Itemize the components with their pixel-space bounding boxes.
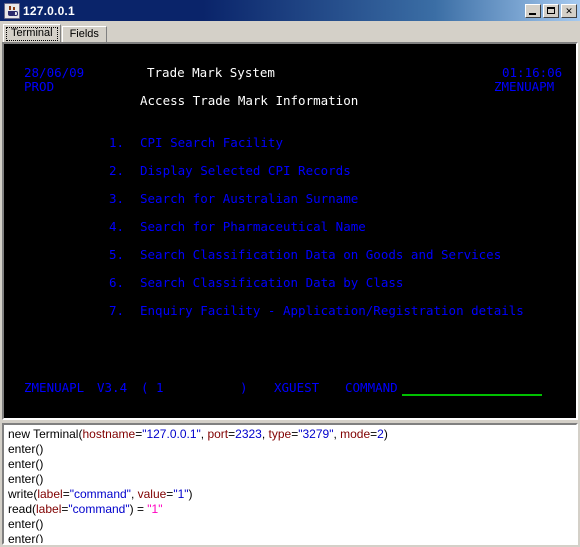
status-paren-open: (	[141, 380, 149, 395]
terminal-program-id: ZMENUAPM	[494, 79, 555, 94]
window-controls: ✕	[525, 3, 577, 18]
log-token-punc: ) =	[129, 502, 148, 516]
status-user: XGUEST	[274, 380, 320, 395]
terminal-title: Trade Mark System	[147, 65, 275, 80]
status-version: V3.4	[97, 380, 128, 395]
status-program: ZMENUAPL	[24, 380, 85, 395]
minimize-button[interactable]	[525, 3, 541, 18]
tab-strip: Terminal Fields	[3, 23, 107, 43]
log-token-param: type	[268, 427, 292, 441]
terminal-environment: PROD	[24, 79, 55, 94]
log-token-fn: enter()	[8, 472, 44, 486]
log-token-param: mode	[340, 427, 371, 441]
menu-item-4-number: 4.	[109, 219, 125, 234]
close-button[interactable]: ✕	[561, 3, 577, 18]
log-token-val: "command"	[69, 487, 131, 501]
log-token-param: label	[36, 502, 62, 516]
terminal-subtitle: Access Trade Mark Information	[140, 93, 359, 108]
menu-item-1-number: 1.	[109, 135, 125, 150]
log-token-val: "1"	[173, 487, 189, 501]
log-line: enter()	[8, 532, 576, 543]
log-token-param: hostname	[82, 427, 136, 441]
window-title: 127.0.0.1	[23, 3, 75, 18]
maximize-button[interactable]	[543, 3, 559, 18]
log-token-punc: )	[188, 487, 193, 501]
status-paren-close: )	[240, 380, 248, 395]
log-token-punc: =	[62, 487, 70, 501]
status-page-number: 1	[156, 380, 164, 395]
log-token-res: "1"	[147, 502, 163, 516]
close-icon: ✕	[565, 5, 573, 16]
tab-terminal[interactable]: Terminal	[3, 24, 61, 43]
log-token-val: "3279"	[298, 427, 334, 441]
log-token-val: 2323	[235, 427, 262, 441]
log-token-fn: enter()	[8, 457, 44, 471]
menu-item-2-number: 2.	[109, 163, 125, 178]
menu-item-5-number: 5.	[109, 247, 125, 262]
log-line: enter()	[8, 472, 576, 487]
client-area: Terminal Fields 28/06/09 PROD 01:16:06 Z…	[0, 21, 580, 547]
log-token-punc: ,	[130, 487, 138, 501]
tab-fields[interactable]: Fields	[61, 26, 107, 43]
focus-outline	[6, 27, 58, 41]
log-panel[interactable]: new Terminal(hostname="127.0.0.1", port=…	[2, 423, 578, 545]
menu-item-3-label[interactable]: Search for Australian Surname	[140, 192, 358, 206]
log-line: enter()	[8, 442, 576, 457]
command-label: COMMAND	[345, 380, 398, 395]
log-token-fn: write(	[8, 487, 38, 501]
java-coffee-cup-icon	[4, 2, 20, 19]
menu-item-2-label[interactable]: Display Selected CPI Records	[140, 164, 351, 178]
log-token-param: port	[207, 427, 229, 441]
log-token-fn: new Terminal(	[8, 427, 83, 441]
tab-fields-label: Fields	[69, 28, 99, 40]
terminal-time: 01:16:06	[502, 65, 563, 80]
menu-item-3-number: 3.	[109, 191, 125, 206]
log-token-param: label	[37, 487, 63, 501]
command-field-underline	[402, 394, 542, 396]
log-token-punc: )	[383, 427, 388, 441]
log-token-fn: enter()	[8, 532, 44, 543]
menu-item-5-label[interactable]: Search Classification Data on Goods and …	[140, 248, 501, 262]
log-content: new Terminal(hostname="127.0.0.1", port=…	[4, 425, 576, 543]
log-token-val: "command"	[68, 502, 130, 516]
menu-item-6-number: 6.	[109, 275, 125, 290]
log-token-fn: enter()	[8, 517, 44, 531]
menu-item-7-number: 7.	[109, 303, 125, 318]
terminal-date: 28/06/09	[24, 65, 85, 80]
log-line: enter()	[8, 457, 576, 472]
log-line: write(label="command", value="1")	[8, 487, 576, 502]
terminal-screen[interactable]: 28/06/09 PROD 01:16:06 ZMENUAPM Trade Ma…	[4, 44, 576, 418]
menu-item-6-label[interactable]: Search Classification Data by Class	[140, 276, 403, 290]
log-token-fn: enter()	[8, 442, 44, 456]
terminal-panel[interactable]: 28/06/09 PROD 01:16:06 ZMENUAPM Trade Ma…	[2, 42, 578, 420]
menu-item-7-label[interactable]: Enquiry Facility - Application/Registrat…	[140, 304, 524, 318]
log-token-param: value	[137, 487, 167, 501]
title-bar: 127.0.0.1 ✕	[0, 0, 580, 21]
log-token-punc: ,	[261, 427, 269, 441]
menu-item-1-label[interactable]: CPI Search Facility	[140, 136, 283, 150]
log-line: enter()	[8, 517, 576, 532]
log-token-val: 2	[377, 427, 384, 441]
log-line: new Terminal(hostname="127.0.0.1", port=…	[8, 427, 576, 442]
terminal-text-layer: 28/06/09 PROD 01:16:06 ZMENUAPM Trade Ma…	[4, 44, 576, 418]
log-token-fn: read(	[8, 502, 37, 516]
menu-item-4-label[interactable]: Search for Pharmaceutical Name	[140, 220, 366, 234]
application-window: 127.0.0.1 ✕ Terminal Fields 28/06/09 PRO…	[0, 0, 580, 547]
log-line: read(label="command") = "1"	[8, 502, 576, 517]
log-token-val: "127.0.0.1"	[142, 427, 201, 441]
